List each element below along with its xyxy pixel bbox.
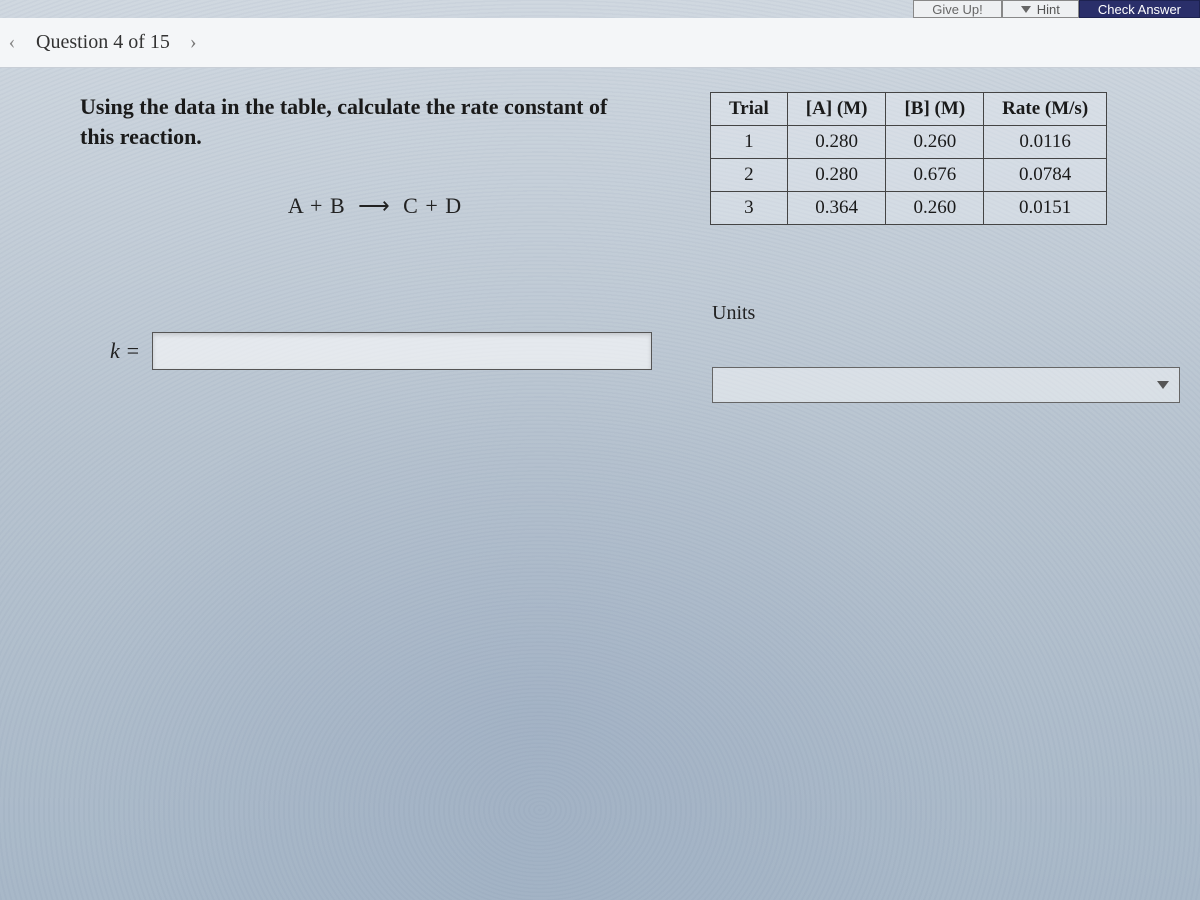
units-dropdown[interactable] xyxy=(712,367,1180,403)
table-row: 1 0.280 0.260 0.0116 xyxy=(711,126,1107,159)
prompt-line-1: Using the data in the table, calculate t… xyxy=(80,94,607,119)
cell: 1 xyxy=(711,126,788,159)
cell: 0.280 xyxy=(787,126,886,159)
cell: 2 xyxy=(711,159,788,192)
cell: 0.364 xyxy=(787,192,886,225)
reaction-right: C + D xyxy=(403,193,462,218)
col-header: [A] (M) xyxy=(787,93,886,126)
reaction-equation: A + B ⟶ C + D xyxy=(80,191,670,221)
table-header-row: Trial [A] (M) [B] (M) Rate (M/s) xyxy=(711,93,1107,126)
reaction-arrow-icon: ⟶ xyxy=(358,191,391,221)
top-toolbar: Give Up! Hint Check Answer xyxy=(0,0,1200,18)
units-label: Units xyxy=(712,302,755,325)
col-header: [B] (M) xyxy=(886,93,984,126)
question-bar: ‹ Question 4 of 15 › xyxy=(0,18,1200,68)
col-header: Trial xyxy=(711,93,788,126)
prev-question-chevron-icon[interactable]: ‹ xyxy=(5,33,19,53)
answer-row: k = xyxy=(110,332,652,370)
prompt-block: Using the data in the table, calculate t… xyxy=(80,92,670,221)
col-header: Rate (M/s) xyxy=(984,93,1107,126)
table-row: 2 0.280 0.676 0.0784 xyxy=(711,159,1107,192)
chevron-down-icon xyxy=(1157,381,1169,389)
cell: 0.260 xyxy=(886,126,984,159)
cell: 0.260 xyxy=(886,192,984,225)
cell: 0.0784 xyxy=(984,159,1107,192)
cell: 0.0116 xyxy=(984,126,1107,159)
table-row: 3 0.364 0.260 0.0151 xyxy=(711,192,1107,225)
rate-constant-input[interactable] xyxy=(152,332,652,370)
data-table: Trial [A] (M) [B] (M) Rate (M/s) 1 0.280… xyxy=(710,92,1107,225)
hint-button[interactable]: Hint xyxy=(1002,0,1079,18)
cell: 0.280 xyxy=(787,159,886,192)
check-answer-button[interactable]: Check Answer xyxy=(1079,0,1200,18)
next-question-chevron-icon[interactable]: › xyxy=(190,31,197,54)
prompt-line-2: this reaction. xyxy=(80,124,202,149)
give-up-button[interactable]: Give Up! xyxy=(913,0,1002,18)
content-area: Using the data in the table, calculate t… xyxy=(80,92,1190,900)
cell: 0.0151 xyxy=(984,192,1107,225)
reaction-left: A + B xyxy=(288,193,346,218)
cell: 3 xyxy=(711,192,788,225)
question-counter: Question 4 of 15 xyxy=(36,31,170,54)
cell: 0.676 xyxy=(886,159,984,192)
k-label: k = xyxy=(110,338,140,364)
